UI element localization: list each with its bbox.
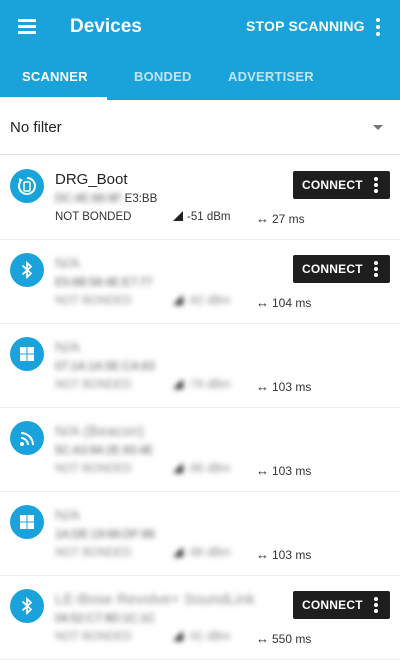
bond-status: NOT BONDED — [55, 211, 132, 223]
tab-scanner[interactable]: SCANNER — [22, 69, 88, 84]
rssi-value: -91 dBm — [173, 631, 230, 643]
rssi-value: -76 dBm — [173, 379, 230, 391]
more-options-icon[interactable] — [373, 177, 379, 193]
dropdown-arrow-icon — [373, 125, 383, 130]
device-row[interactable]: N/A 1A:DE:19:66:DF:88 NOT BONDED -86 dBm… — [0, 491, 400, 576]
stop-scanning-button[interactable]: STOP SCANNING — [246, 18, 365, 34]
device-address: 04:52:C7:9D:1C:1C — [55, 613, 156, 625]
page-title: Devices — [70, 16, 142, 37]
dfu-icon — [10, 169, 44, 203]
signal-icon — [173, 463, 183, 473]
bond-status: NOT BONDED — [55, 547, 132, 559]
signal-icon — [173, 295, 183, 305]
windows-icon — [10, 505, 44, 539]
device-row[interactable]: N/A E5:6B:58:4E:E7:77 NOT BONDED -82 dBm… — [0, 239, 400, 324]
rssi-value: -86 dBm — [173, 463, 230, 475]
rssi-value: -86 dBm — [173, 547, 230, 559]
signal-icon — [173, 379, 183, 389]
bond-status: NOT BONDED — [55, 379, 132, 391]
bond-status: NOT BONDED — [55, 295, 132, 307]
more-options-icon[interactable] — [373, 261, 379, 277]
bond-status: NOT BONDED — [55, 631, 132, 643]
windows-icon — [10, 337, 44, 371]
signal-icon — [173, 547, 183, 557]
device-address: 5C:A3:94:2E:93:4E — [55, 445, 154, 457]
device-address: E5:6B:58:4E:E7:77 — [55, 277, 153, 289]
rssi-value: -51 dBm — [173, 211, 230, 223]
device-row[interactable]: DRG_Boot DC:4E:66:9F:E3:BB NOT BONDED -5… — [0, 155, 400, 240]
bond-status: NOT BONDED — [55, 463, 132, 475]
more-options-icon[interactable] — [373, 597, 379, 613]
filter-label: No filter — [10, 119, 62, 136]
device-name: N/A (Beacon) — [55, 423, 145, 440]
device-row[interactable]: N/A (Beacon) 5C:A3:94:2E:93:4E NOT BONDE… — [0, 407, 400, 492]
adv-interval: ↔ 103 ms — [256, 463, 312, 478]
bluetooth-icon — [10, 589, 44, 623]
bluetooth-icon — [10, 253, 44, 287]
tab-advertiser[interactable]: ADVERTISER — [228, 69, 314, 84]
menu-icon[interactable] — [14, 14, 40, 40]
connect-button[interactable]: CONNECT — [293, 171, 390, 199]
device-address: DC:4E:66:9F:E3:BB — [55, 193, 158, 205]
device-name: LE-Bose Revolve+ SoundLink — [55, 591, 255, 608]
tab-bonded[interactable]: BONDED — [134, 69, 192, 84]
app-bar: Devices STOP SCANNING — [0, 0, 400, 100]
rssi-value: -82 dBm — [173, 295, 230, 307]
filter-dropdown[interactable]: No filter — [0, 100, 400, 155]
adv-interval: ↔ 103 ms — [256, 379, 312, 394]
device-row[interactable]: LE-Bose Revolve+ SoundLink 04:52:C7:9D:1… — [0, 575, 400, 660]
adv-interval: ↔ 27 ms — [256, 211, 305, 226]
device-address: 1A:DE:19:66:DF:88 — [55, 529, 155, 541]
overflow-menu-icon[interactable] — [368, 14, 388, 40]
adv-interval: ↔ 550 ms — [256, 631, 312, 646]
device-row[interactable]: N/A 07:1A:1A:5E:CA:63 NOT BONDED -76 dBm… — [0, 323, 400, 408]
device-address: 07:1A:1A:5E:CA:63 — [55, 361, 155, 373]
connect-button[interactable]: CONNECT — [293, 591, 390, 619]
signal-icon — [173, 211, 183, 221]
device-name: N/A — [55, 339, 81, 356]
device-name: N/A — [55, 255, 81, 272]
beacon-icon — [10, 421, 44, 455]
connect-button[interactable]: CONNECT — [293, 255, 390, 283]
device-name: N/A — [55, 507, 81, 524]
adv-interval: ↔ 104 ms — [256, 295, 312, 310]
device-name: DRG_Boot — [55, 171, 128, 188]
adv-interval: ↔ 103 ms — [256, 547, 312, 562]
